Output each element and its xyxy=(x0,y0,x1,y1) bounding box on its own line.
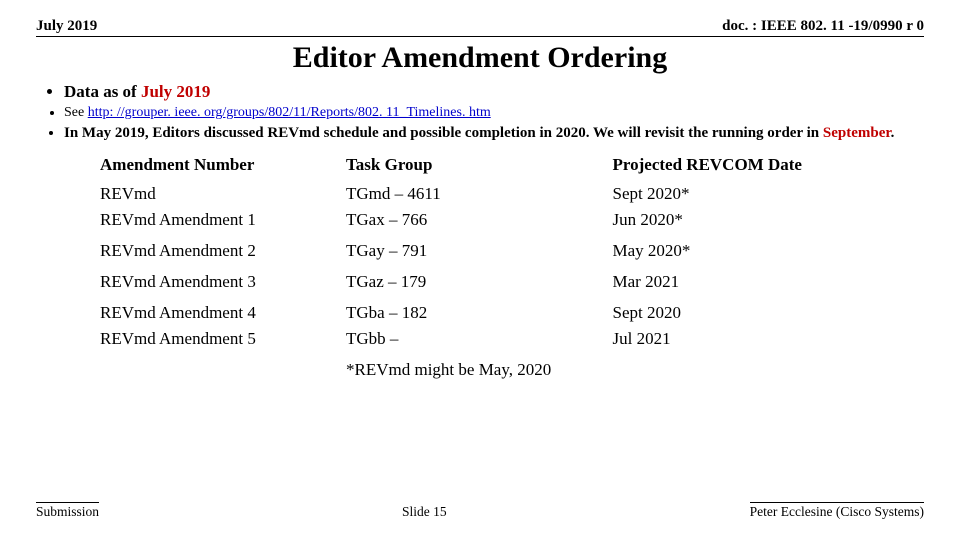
bullet-list: Data as of July 2019 See http: //grouper… xyxy=(36,81,924,143)
table-row: REVmd Amendment 2 TGay – 791 May 2020* xyxy=(100,233,920,264)
amendment-table: Amendment Number Task Group Projected RE… xyxy=(100,151,920,383)
bullet-accent: July 2019 xyxy=(141,82,210,101)
note-before: In May 2019, Editors discussed REVmd sch… xyxy=(64,125,823,141)
timelines-link[interactable]: http: //grouper. ieee. org/groups/802/11… xyxy=(88,105,491,120)
page-title: Editor Amendment Ordering xyxy=(36,41,924,75)
cell-taskgroup: TGaz – 179 xyxy=(346,264,613,295)
cell-revcom: Sept 2020 xyxy=(613,295,921,326)
table-footnote: *REVmd might be May, 2020 xyxy=(346,352,613,383)
th-revcom: Projected REVCOM Date xyxy=(613,151,921,181)
footer-center: Slide 15 xyxy=(99,504,750,520)
cell-taskgroup: TGbb – xyxy=(346,326,613,352)
footer-left: Submission xyxy=(36,502,99,520)
cell-revcom: Jul 2021 xyxy=(613,326,921,352)
header-bar: July 2019 doc. : IEEE 802. 11 -19/0990 r… xyxy=(36,18,924,37)
footer: Submission Slide 15 Peter Ecclesine (Cis… xyxy=(36,502,924,520)
note-accent: September xyxy=(823,125,891,141)
header-docref: doc. : IEEE 802. 11 -19/0990 r 0 xyxy=(722,18,924,35)
cell-revcom: May 2020* xyxy=(613,233,921,264)
cell-amendment: REVmd Amendment 5 xyxy=(100,326,346,352)
table-footnote-row: *REVmd might be May, 2020 xyxy=(100,352,920,383)
cell-revcom: Jun 2020* xyxy=(613,207,921,233)
cell-revcom: Mar 2021 xyxy=(613,264,921,295)
cell-amendment: REVmd Amendment 2 xyxy=(100,233,346,264)
cell-amendment: REVmd Amendment 4 xyxy=(100,295,346,326)
bullet-data-as-of: Data as of July 2019 xyxy=(64,81,924,102)
cell-revcom: Sept 2020* xyxy=(613,181,921,207)
footer-right: Peter Ecclesine (Cisco Systems) xyxy=(750,502,924,520)
th-amendment: Amendment Number xyxy=(100,151,346,181)
note-after: . xyxy=(891,125,895,141)
table-row: REVmd Amendment 5 TGbb – Jul 2021 xyxy=(100,326,920,352)
cell-taskgroup: TGay – 791 xyxy=(346,233,613,264)
cell-taskgroup: TGax – 766 xyxy=(346,207,613,233)
table-row: REVmd Amendment 3 TGaz – 179 Mar 2021 xyxy=(100,264,920,295)
bullet-note: In May 2019, Editors discussed REVmd sch… xyxy=(64,124,924,143)
th-taskgroup: Task Group xyxy=(346,151,613,181)
table-row: REVmd Amendment 4 TGba – 182 Sept 2020 xyxy=(100,295,920,326)
cell-amendment: REVmd xyxy=(100,181,346,207)
table-row: REVmd Amendment 1 TGax – 766 Jun 2020* xyxy=(100,207,920,233)
bullet-see-prefix: See xyxy=(64,105,88,120)
cell-amendment: REVmd Amendment 1 xyxy=(100,207,346,233)
cell-taskgroup: TGba – 182 xyxy=(346,295,613,326)
cell-taskgroup: TGmd – 4611 xyxy=(346,181,613,207)
bullet-link: See http: //grouper. ieee. org/groups/80… xyxy=(64,104,924,122)
cell-amendment: REVmd Amendment 3 xyxy=(100,264,346,295)
table-row: REVmd TGmd – 4611 Sept 2020* xyxy=(100,181,920,207)
table-header-row: Amendment Number Task Group Projected RE… xyxy=(100,151,920,181)
bullet-text: Data as of xyxy=(64,82,141,101)
header-date: July 2019 xyxy=(36,18,97,35)
